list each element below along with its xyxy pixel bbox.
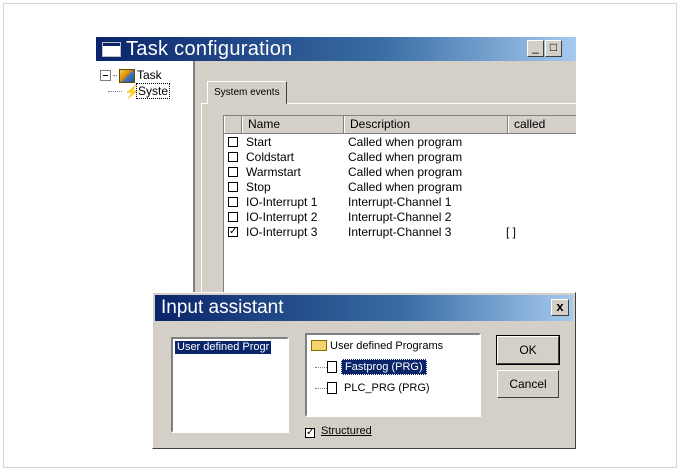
tree-item-system-events[interactable]: ⚡Syste [108, 83, 171, 99]
row-name: IO-Interrupt 3 [246, 225, 318, 239]
tree-item-task-label: Task [137, 68, 162, 82]
category-item-user-defined[interactable]: User defined Progr [175, 341, 272, 354]
table-row[interactable]: Start Called when program [224, 135, 576, 150]
minimize-button[interactable]: _ [527, 40, 544, 57]
column-header-called[interactable]: called [508, 116, 576, 133]
table-row[interactable]: Coldstart Called when program [224, 150, 576, 165]
table-header: Name Description called [224, 116, 576, 134]
table-row[interactable]: IO-Interrupt 1 Interrupt-Channel 1 [224, 195, 576, 210]
row-checkbox[interactable] [228, 182, 238, 192]
row-name: Stop [246, 180, 271, 194]
row-description: Called when program [348, 150, 463, 164]
tree-root-user-programs[interactable]: User defined Programs [311, 339, 444, 353]
column-header-description[interactable]: Description [344, 116, 508, 133]
table-row[interactable]: Warmstart Called when program [224, 165, 576, 180]
lightning-icon: ⚡ [124, 83, 141, 99]
ok-button[interactable]: OK [496, 335, 560, 365]
tree-root-label: User defined Programs [330, 340, 444, 352]
dialog-titlebar[interactable]: Input assistant x [155, 295, 573, 321]
tab-system-events[interactable]: System events [207, 81, 287, 104]
row-checkbox[interactable] [228, 197, 238, 207]
row-description: Interrupt-Channel 1 [348, 195, 452, 209]
structured-checkbox-row[interactable]: ✓ Structured [305, 424, 372, 438]
row-name: Start [246, 135, 272, 149]
program-item-label: Fastprog (PRG) [341, 359, 427, 375]
maximize-button[interactable]: □ [545, 40, 562, 57]
tree-branch-line [315, 366, 327, 368]
header-checkbox-column [224, 116, 242, 133]
row-name: Coldstart [246, 150, 295, 164]
table-row[interactable]: ✓ IO-Interrupt 3 Interrupt-Channel 3 [ ] [224, 225, 576, 240]
program-item[interactable]: PLC_PRG (PRG) [315, 382, 433, 395]
row-description: Called when program [348, 165, 463, 179]
row-checkbox[interactable] [228, 152, 238, 162]
tree-item-system-label: Syste [136, 83, 171, 99]
category-list[interactable]: User defined Progr [171, 337, 289, 433]
input-assistant-dialog: Input assistant x User defined Progr Use… [152, 292, 576, 449]
document-icon [327, 382, 337, 395]
collapse-icon[interactable] [100, 70, 111, 82]
program-item[interactable]: Fastprog (PRG) [315, 359, 427, 375]
close-button[interactable]: x [551, 299, 569, 316]
row-checkbox[interactable] [228, 212, 238, 222]
task-window-titlebar[interactable]: Task configuration _ □ [96, 37, 576, 61]
row-description: Interrupt-Channel 2 [348, 210, 452, 224]
row-checkbox[interactable] [228, 167, 238, 177]
column-header-name[interactable]: Name [242, 116, 344, 133]
table-row[interactable]: Stop Called when program [224, 180, 576, 195]
row-name: IO-Interrupt 2 [246, 210, 318, 224]
row-description: Called when program [348, 180, 463, 194]
window-icon [102, 42, 121, 57]
row-called-input[interactable]: [ ] [506, 225, 516, 240]
row-description: Interrupt-Channel 3 [348, 225, 452, 239]
folder-icon [311, 339, 327, 351]
row-checkbox[interactable] [228, 137, 238, 147]
row-name: IO-Interrupt 1 [246, 195, 318, 209]
row-description: Called when program [348, 135, 463, 149]
structured-checkbox[interactable]: ✓ [305, 428, 315, 438]
structured-label: Structured [321, 425, 372, 437]
dialog-title: Input assistant [161, 297, 284, 318]
tree-branch-line [315, 387, 327, 389]
document-icon [327, 361, 337, 374]
table-row[interactable]: IO-Interrupt 2 Interrupt-Channel 2 [224, 210, 576, 225]
cancel-button[interactable]: Cancel [497, 370, 559, 398]
task-window-title: Task configuration [126, 38, 293, 60]
program-tree[interactable]: User defined Programs Fastprog (PRG) PLC_… [305, 333, 481, 417]
row-name: Warmstart [246, 165, 301, 179]
tree-item-task[interactable]: Task [100, 67, 162, 83]
task-icon [119, 68, 135, 83]
row-checkbox[interactable]: ✓ [228, 227, 238, 237]
program-item-label: PLC_PRG (PRG) [344, 382, 430, 394]
